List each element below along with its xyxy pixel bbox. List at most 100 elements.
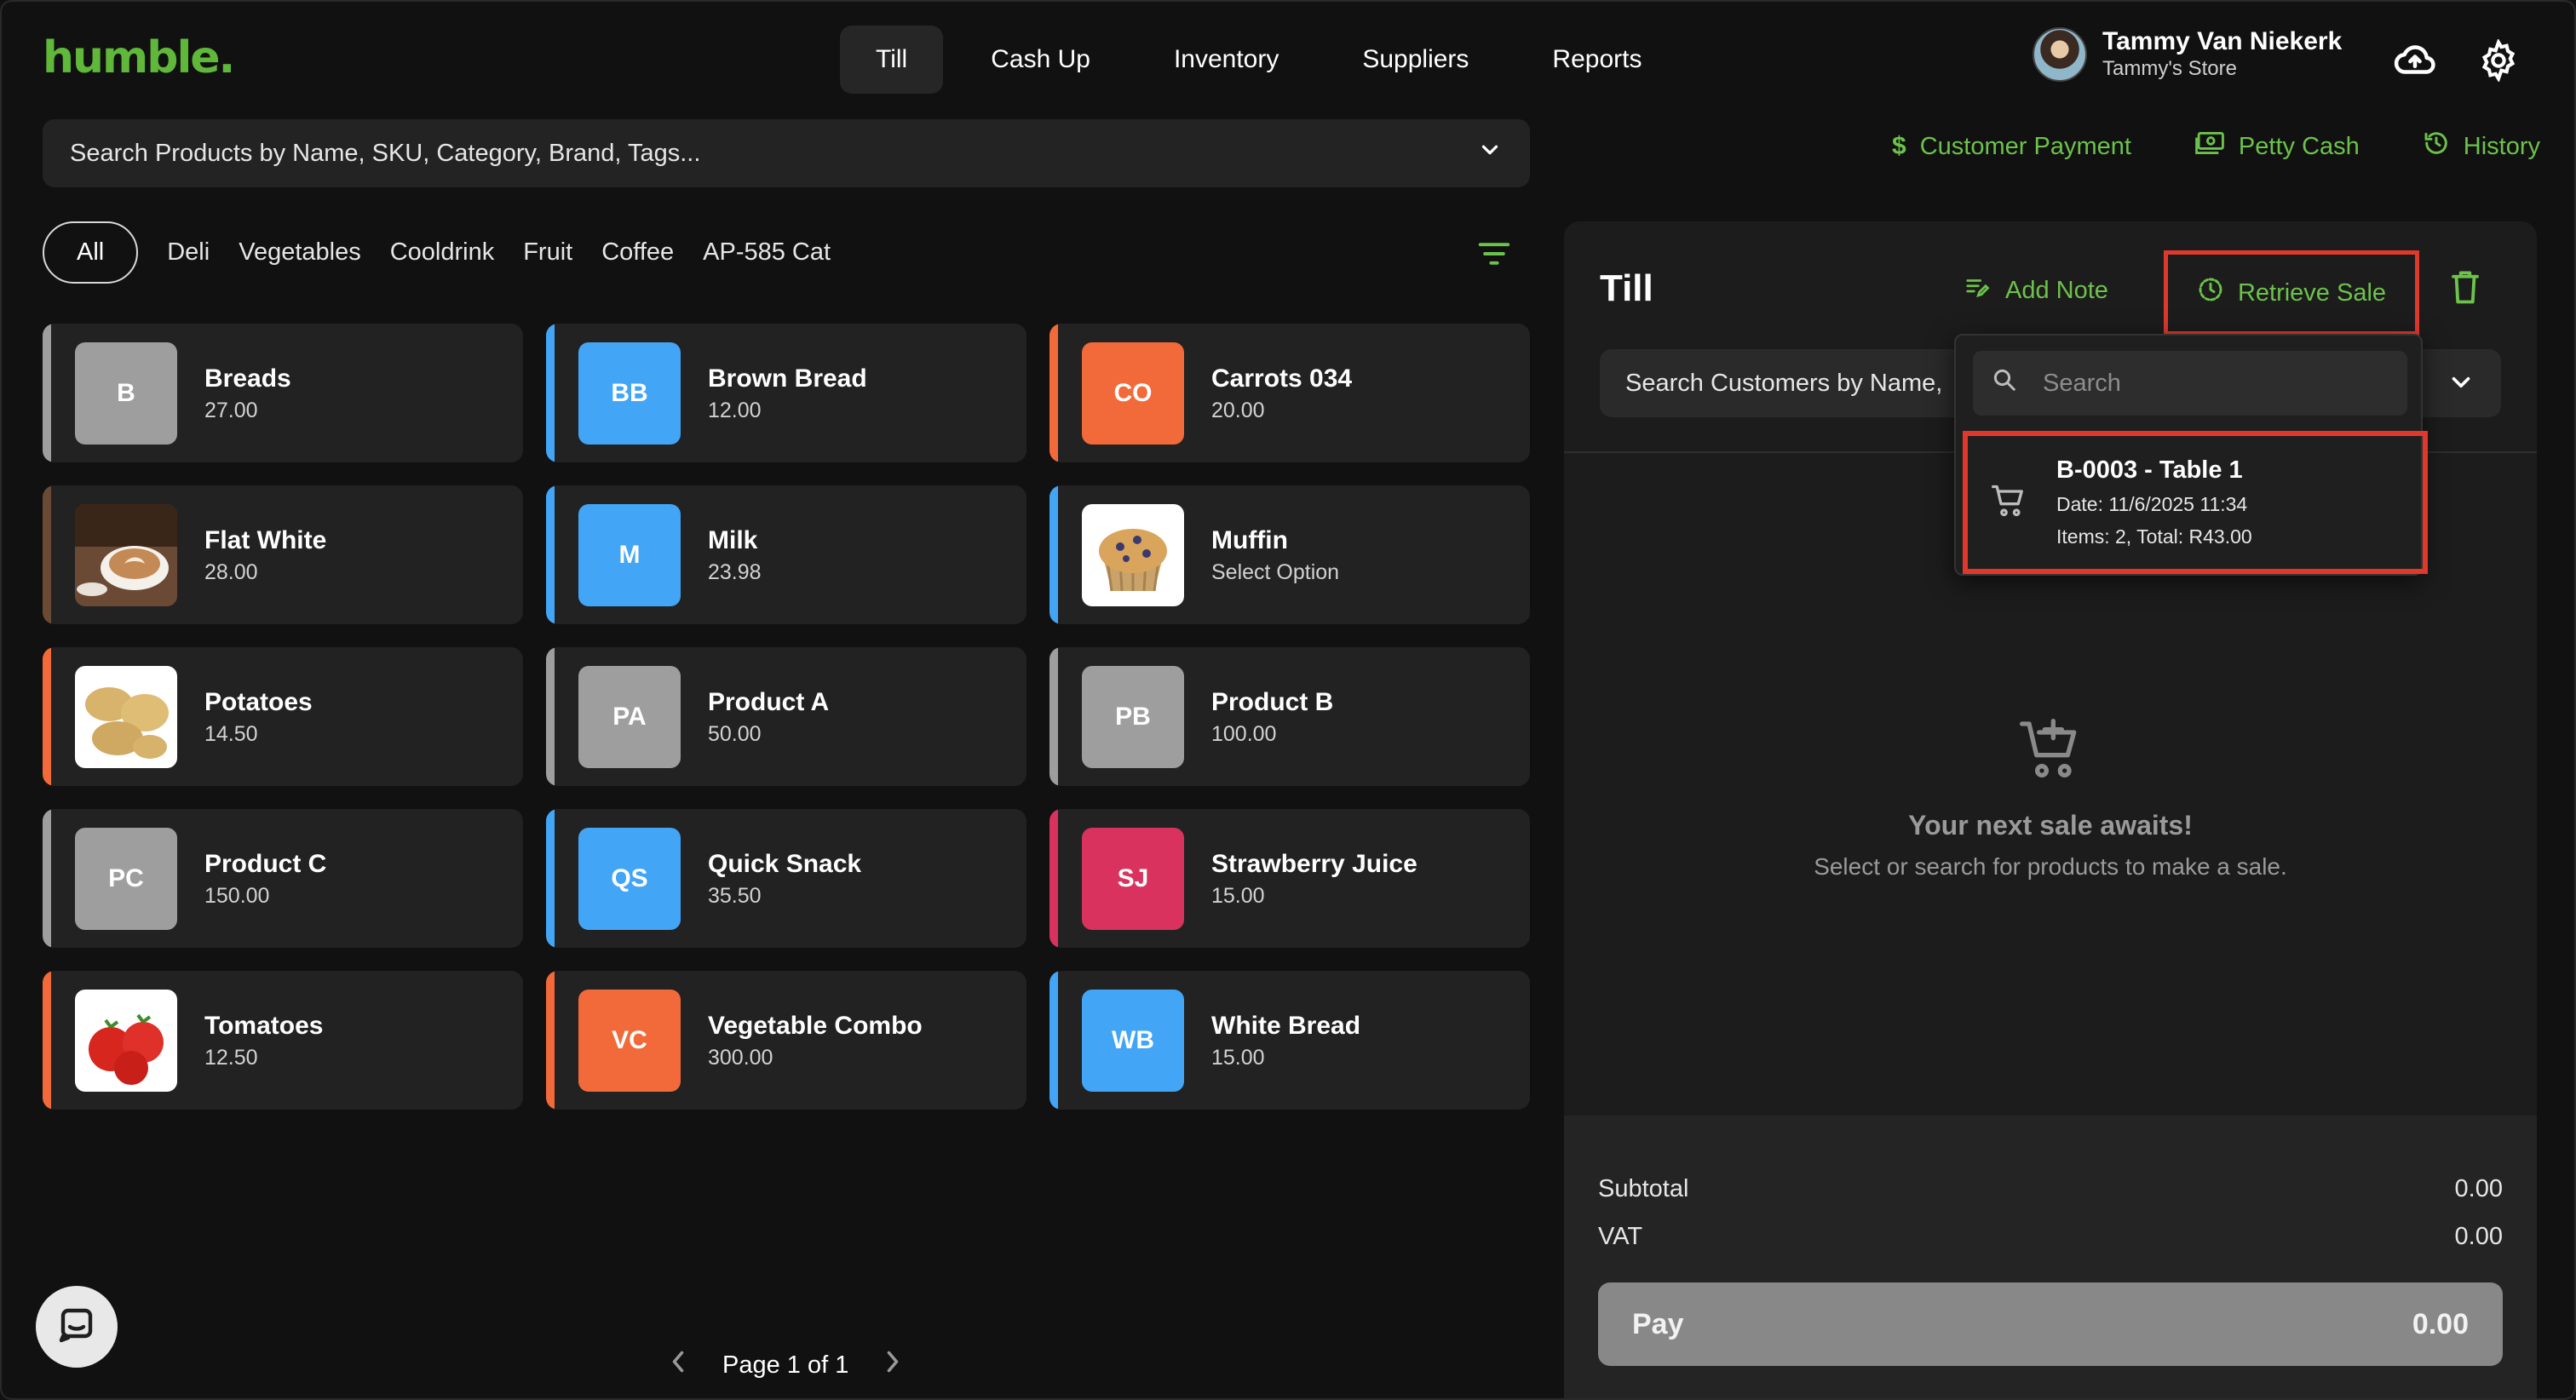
sale-search-input[interactable]: Search [1973, 351, 2407, 416]
product-price: 35.50 [708, 883, 762, 908]
sale-reference: B-0003 - Table 1 [2056, 456, 2243, 484]
product-initials-badge: BB [578, 341, 681, 445]
product-card[interactable]: Potatoes 14.50 [43, 647, 523, 786]
customer-payment-button[interactable]: $ Customer Payment [1892, 132, 2131, 161]
product-card[interactable]: PA Product A 50.00 [546, 647, 1026, 786]
category-color-stripe [546, 971, 555, 1110]
product-name: Product A [708, 687, 830, 716]
prev-page-icon[interactable] [668, 1349, 688, 1381]
pay-button[interactable]: Pay 0.00 [1598, 1282, 2503, 1366]
subtotal-label: Subtotal [1598, 1175, 1689, 1202]
tab-till[interactable]: Till [840, 26, 944, 94]
product-image [75, 989, 177, 1092]
user-name: Tammy Van Niekerk [2102, 27, 2343, 55]
category-deli[interactable]: Deli [167, 238, 210, 267]
category-fruit[interactable]: Fruit [523, 238, 572, 267]
user-store: Tammy's Store [2102, 57, 2237, 80]
retrieve-sale-label: Retrieve Sale [2237, 278, 2387, 307]
sale-date: Date: 11/6/2025 11:34 [2056, 493, 2248, 515]
petty-cash-button[interactable]: Petty Cash [2194, 130, 2360, 163]
retrieve-sale-button[interactable]: Retrieve Sale [2164, 250, 2419, 336]
product-card[interactable]: PC Product C 150.00 [43, 809, 523, 948]
add-note-button[interactable]: Add Note [1964, 274, 2108, 307]
product-name: Carrots 034 [1211, 364, 1353, 393]
product-price: 150.00 [204, 883, 270, 908]
gear-icon[interactable] [2475, 37, 2521, 83]
retrieve-sale-dropdown: Search B-0003 - Table 1 Date: 11/6/2025 … [1954, 334, 2428, 576]
product-initials-badge: B [75, 341, 177, 445]
product-name: Tomatoes [204, 1011, 324, 1040]
category-coffee[interactable]: Coffee [601, 238, 674, 267]
category-color-stripe [546, 647, 555, 786]
product-card[interactable]: VC Vegetable Combo 300.00 [546, 971, 1026, 1110]
product-card[interactable]: CO Carrots 034 20.00 [1049, 324, 1530, 462]
humble-logo[interactable]: humble. [43, 32, 235, 83]
cart-plus-icon [2016, 719, 2084, 787]
chat-support-button[interactable] [36, 1286, 118, 1368]
search-icon [1992, 367, 2017, 399]
product-price: Select Option [1211, 559, 1340, 584]
product-card[interactable]: M Milk 23.98 [546, 485, 1026, 624]
sort-filter-icon[interactable] [1475, 238, 1513, 273]
category-all[interactable]: All [43, 221, 139, 284]
chevron-down-icon[interactable] [2447, 368, 2475, 404]
add-note-label: Add Note [2005, 276, 2108, 304]
product-name: Vegetable Combo [708, 1011, 923, 1040]
product-name: Product B [1211, 687, 1334, 716]
history-icon [2423, 129, 2450, 164]
user-menu[interactable]: Tammy Van Niekerk Tammy's Store [2033, 27, 2342, 82]
vat-value: 0.00 [2454, 1223, 2503, 1250]
product-initials-badge: PA [578, 665, 681, 768]
tab-cash-up[interactable]: Cash Up [955, 26, 1126, 94]
product-name: Strawberry Juice [1211, 849, 1417, 878]
product-card[interactable]: BB Brown Bread 12.00 [546, 324, 1026, 462]
category-vegetables[interactable]: Vegetables [239, 238, 361, 267]
product-initials-badge: QS [578, 827, 681, 930]
saved-sale-item[interactable]: B-0003 - Table 1 Date: 11/6/2025 11:34 I… [1963, 431, 2428, 574]
product-price: 27.00 [204, 398, 258, 422]
till-title: Till [1600, 267, 1653, 309]
category-cooldrink[interactable]: Cooldrink [390, 238, 495, 267]
chevron-down-icon[interactable] [1477, 137, 1503, 169]
shopping-cart-icon [1990, 482, 2027, 524]
category-ap-585-cat[interactable]: AP-585 Cat [703, 238, 831, 267]
product-name: Milk [708, 525, 758, 554]
product-price: 100.00 [1211, 721, 1277, 746]
pagination: Page 1 of 1 [668, 1349, 903, 1381]
category-filters: All Deli Vegetables Cooldrink Fruit Coff… [43, 221, 831, 284]
trash-icon[interactable] [2450, 269, 2481, 309]
product-name: Potatoes [204, 687, 313, 716]
tab-reports[interactable]: Reports [1516, 26, 1677, 94]
product-card[interactable]: B Breads 27.00 [43, 324, 523, 462]
sale-summary: Items: 2, Total: R43.00 [2056, 525, 2252, 548]
vat-label: VAT [1598, 1223, 1643, 1250]
product-card[interactable]: Muffin Select Option [1049, 485, 1530, 624]
history-button[interactable]: History [2423, 129, 2540, 164]
product-card[interactable]: QS Quick Snack 35.50 [546, 809, 1026, 948]
category-color-stripe [1049, 647, 1058, 786]
tab-suppliers[interactable]: Suppliers [1326, 26, 1504, 94]
next-page-icon[interactable] [883, 1349, 903, 1381]
product-name: White Bread [1211, 1011, 1361, 1040]
customer-search-placeholder: Search Customers by Name, [1625, 369, 1943, 397]
product-card[interactable]: SJ Strawberry Juice 15.00 [1049, 809, 1530, 948]
product-image [75, 665, 177, 768]
avatar [2033, 27, 2087, 82]
product-price: 50.00 [708, 721, 762, 746]
product-card[interactable]: WB White Bread 15.00 [1049, 971, 1530, 1110]
note-edit-icon [1964, 274, 1990, 307]
product-card[interactable]: Tomatoes 12.50 [43, 971, 523, 1110]
product-price: 12.00 [708, 398, 762, 422]
pay-amount: 0.00 [2412, 1307, 2469, 1340]
cloud-upload-icon[interactable] [2392, 37, 2438, 83]
product-initials-badge: M [578, 503, 681, 606]
tab-inventory[interactable]: Inventory [1138, 26, 1314, 94]
cash-icon [2194, 130, 2225, 163]
product-card[interactable]: Flat White 28.00 [43, 485, 523, 624]
product-search-input[interactable]: Search Products by Name, SKU, Category, … [43, 119, 1530, 187]
product-card[interactable]: PB Product B 100.00 [1049, 647, 1530, 786]
product-name: Muffin [1211, 525, 1288, 554]
product-name: Breads [204, 364, 291, 393]
empty-subtitle: Select or search for products to make a … [1814, 853, 2287, 880]
app-window: humble. Till Cash Up Inventory Suppliers… [0, 0, 2576, 1400]
